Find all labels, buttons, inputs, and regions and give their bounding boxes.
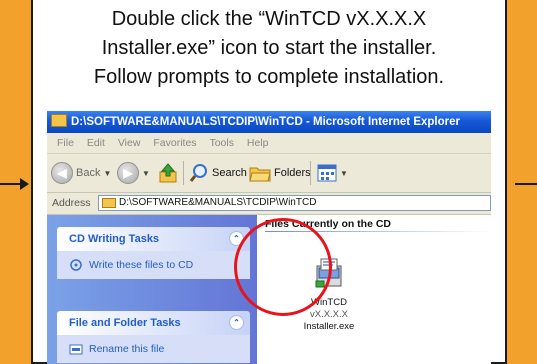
back-arrow-icon: ◀ [51, 162, 73, 184]
rename-icon [69, 344, 83, 355]
task-pane: CD Writing Tasks ⌃ Write these files to … [47, 215, 257, 364]
chevron-down-icon: ▼ [340, 168, 348, 178]
forward-button[interactable]: ▶ ▼ [117, 162, 150, 184]
rename-file-link[interactable]: Rename this file [57, 335, 250, 363]
address-value: D:\SOFTWARE&MANUALS\TCDIP\WinTCD [119, 197, 317, 208]
file-folder-tasks-panel: File and Folder Tasks ⌃ Rename this file [57, 311, 250, 363]
connector-line-right [515, 183, 537, 185]
toolbar: ◀ Back ▼ ▶ ▼ Search Folders ▼ [47, 154, 491, 193]
views-button[interactable]: ▼ [317, 162, 348, 184]
write-cd-icon [70, 259, 82, 271]
menu-favorites[interactable]: Favorites [153, 137, 196, 149]
window-titlebar[interactable]: D:\SOFTWARE&MANUALS\TCDIP\WinTCD - Micro… [47, 111, 491, 133]
folder-icon [102, 198, 116, 208]
file-folder-tasks-header[interactable]: File and Folder Tasks ⌃ [57, 311, 250, 335]
instruction-line-1: Double click the “WinTCD vX.X.X.X [111, 8, 427, 30]
instruction-line-3: Follow prompts to complete installation. [93, 66, 445, 88]
file-folder-tasks-title: File and Folder Tasks [69, 317, 181, 329]
forward-arrow-icon: ▶ [117, 162, 139, 184]
up-folder-button[interactable] [159, 162, 177, 184]
folders-label: Folders [274, 167, 311, 179]
menu-help[interactable]: Help [247, 137, 269, 149]
rename-file-label: Rename this file [89, 343, 165, 355]
folders-button[interactable]: Folders [249, 162, 311, 184]
menu-view[interactable]: View [118, 137, 141, 149]
menu-tools[interactable]: Tools [209, 137, 234, 149]
chevron-down-icon: ▼ [142, 168, 150, 178]
back-button[interactable]: ◀ Back ▼ [51, 162, 111, 184]
address-label: Address [52, 197, 91, 209]
views-icon [317, 164, 337, 182]
address-bar: Address D:\SOFTWARE&MANUALS\TCDIP\WinTCD [47, 193, 491, 215]
instruction-text: Double click the “WinTCD vX.X.X.X Instal… [33, 5, 505, 92]
search-icon [189, 163, 209, 183]
up-folder-icon [159, 163, 177, 183]
menu-edit[interactable]: Edit [87, 137, 105, 149]
highlight-circle [234, 218, 332, 316]
cd-writing-tasks-header[interactable]: CD Writing Tasks ⌃ [57, 227, 250, 251]
search-button[interactable]: Search [189, 162, 247, 184]
folders-icon [249, 164, 271, 182]
toolbar-separator [183, 161, 184, 185]
search-label: Search [212, 167, 247, 179]
folder-icon [51, 114, 67, 128]
cd-writing-tasks-panel: CD Writing Tasks ⌃ Write these files to … [57, 227, 250, 279]
write-files-label: Write these files to CD [89, 259, 194, 271]
collapse-chevron-icon[interactable]: ⌃ [229, 315, 244, 330]
installer-filename: Installer.exe [303, 321, 355, 332]
menu-file[interactable]: File [57, 137, 74, 149]
back-label: Back [76, 167, 101, 179]
write-files-to-cd-link[interactable]: Write these files to CD [57, 251, 250, 279]
chevron-down-icon: ▼ [103, 168, 112, 178]
cd-writing-tasks-title: CD Writing Tasks [69, 233, 160, 245]
address-input[interactable]: D:\SOFTWARE&MANUALS\TCDIP\WinTCD [98, 195, 491, 211]
window-title: D:\SOFTWARE&MANUALS\TCDIP\WinTCD - Micro… [71, 116, 460, 128]
connector-arrow-left [0, 183, 22, 185]
menu-bar: File Edit View Favorites Tools Help [47, 133, 491, 154]
toolbar-separator [310, 161, 311, 185]
connector-arrow-head [20, 178, 29, 190]
instruction-line-2: Installer.exe” icon to start the install… [101, 37, 437, 59]
